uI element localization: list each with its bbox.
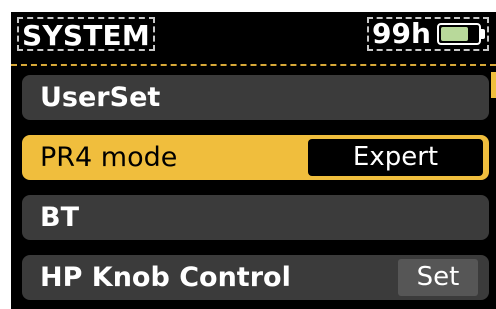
pr4-mode-value[interactable]: Expert bbox=[308, 139, 483, 176]
menu-item-userset[interactable]: UserSet bbox=[22, 75, 489, 120]
battery-icon bbox=[437, 23, 481, 45]
status-area: 99h bbox=[367, 17, 489, 51]
battery-hours: 99h bbox=[372, 17, 431, 50]
menu-item-label: UserSet bbox=[40, 82, 161, 113]
menu-item-label: HP Knob Control bbox=[40, 262, 291, 293]
menu-item-label: BT bbox=[40, 202, 79, 233]
menu-item-bt[interactable]: BT bbox=[22, 195, 489, 240]
battery-level-fill bbox=[441, 27, 468, 41]
device-screen: SYSTEM 99h UserSet PR4 mode Expert BT HP… bbox=[11, 12, 496, 309]
scroll-indicator bbox=[491, 72, 496, 98]
menu-item-hp-knob-control[interactable]: HP Knob Control Set bbox=[22, 255, 489, 300]
menu-item-pr4-mode[interactable]: PR4 mode Expert bbox=[22, 135, 489, 180]
set-button[interactable]: Set bbox=[398, 259, 478, 296]
menu-item-label: PR4 mode bbox=[40, 142, 178, 173]
page-title: SYSTEM bbox=[17, 17, 155, 52]
battery-tip-icon bbox=[481, 29, 485, 39]
header-divider bbox=[11, 64, 496, 66]
header-bar: SYSTEM 99h bbox=[11, 12, 496, 56]
